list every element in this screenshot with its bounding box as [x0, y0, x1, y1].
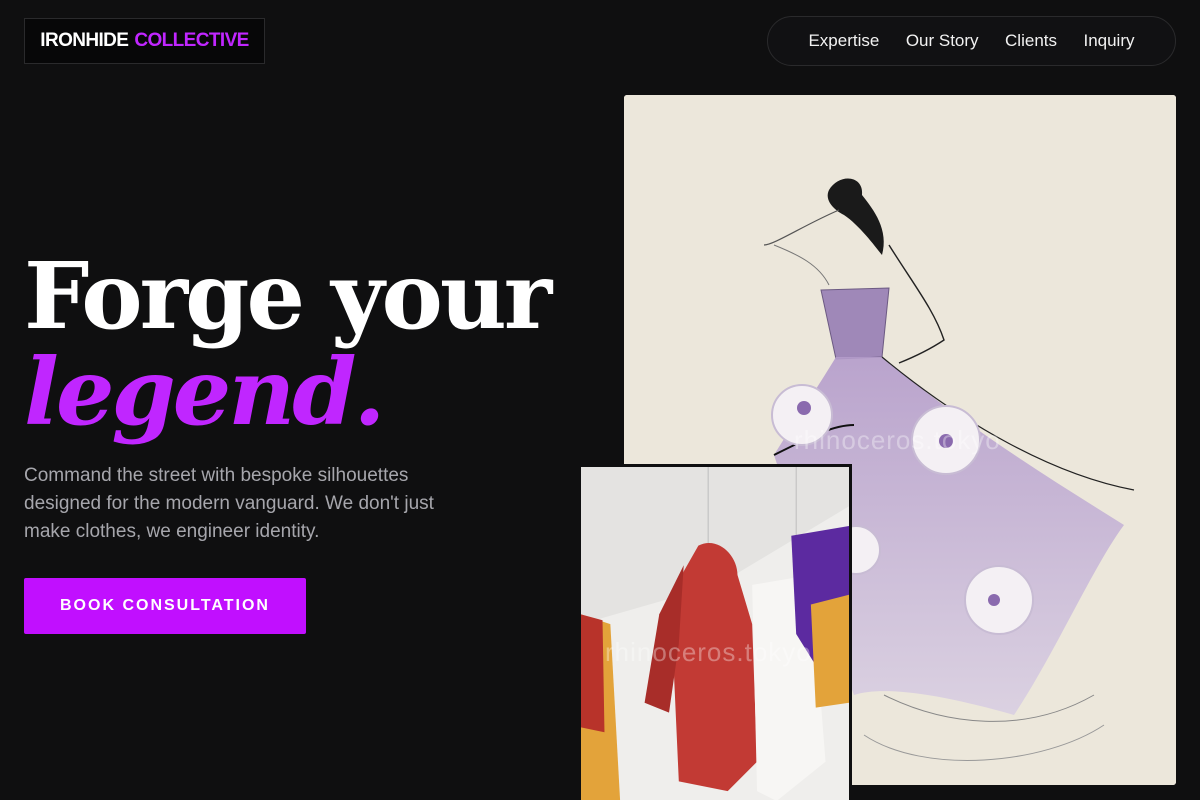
- nav-link-inquiry[interactable]: Inquiry: [1083, 31, 1134, 51]
- hero-headline: Forge your legend.: [24, 242, 552, 446]
- nav-link-our-story[interactable]: Our Story: [906, 31, 979, 51]
- hero-headline-line2: legend.: [24, 338, 386, 446]
- hero-description: Command the street with bespoke silhouet…: [24, 465, 434, 542]
- nav-link-clients[interactable]: Clients: [1005, 31, 1057, 51]
- brand-name-primary: IRONHIDE: [40, 30, 129, 51]
- book-consultation-button[interactable]: BOOK CONSULTATION: [24, 578, 306, 634]
- brand-name-accent: COLLECTIVE: [134, 30, 249, 51]
- hanging-jackets-photo: rhinoceros.tokyo: [578, 464, 852, 800]
- hanging-jackets-illustration: [581, 467, 849, 800]
- nav-link-expertise[interactable]: Expertise: [808, 31, 879, 51]
- hero-headline-line1: Forge your: [24, 242, 552, 350]
- brand-logo[interactable]: IRONHIDE COLLECTIVE: [24, 18, 265, 64]
- main-nav: Expertise Our Story Clients Inquiry: [767, 16, 1176, 66]
